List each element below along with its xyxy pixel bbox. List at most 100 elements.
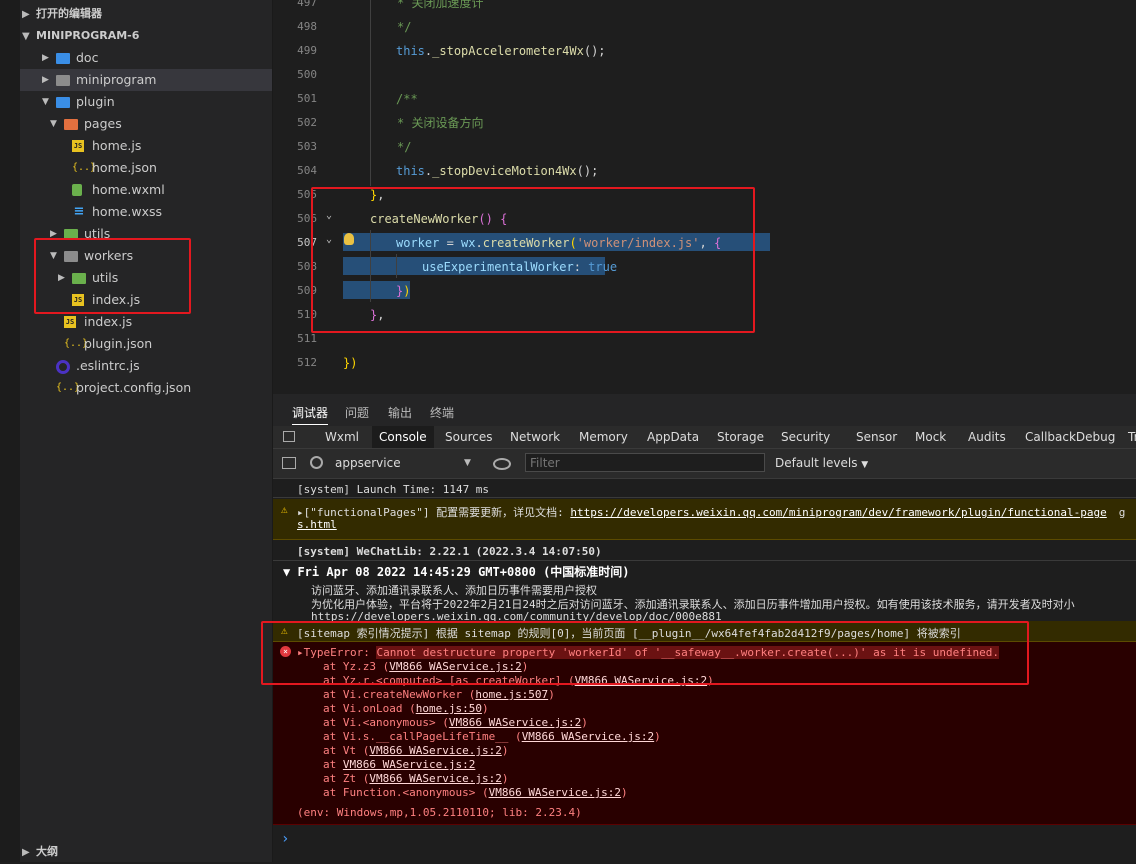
clear-console-icon[interactable] xyxy=(310,456,323,469)
source-link[interactable]: VM866 WAService.js:2 xyxy=(343,758,475,771)
tree-item-label: .eslintrc.js xyxy=(76,358,140,373)
chevron-right-icon[interactable]: ▶ xyxy=(42,47,49,69)
source-link[interactable]: VM866 WAService.js:2 xyxy=(522,730,654,743)
folder-pages-icon xyxy=(64,119,78,130)
annotation-box xyxy=(311,187,755,333)
open-editors-header[interactable]: ▶ 打开的编辑器 xyxy=(22,3,102,25)
code-line: 499 this._stopAccelerometer4Wx(); xyxy=(273,39,1136,63)
tree-item[interactable]: JS index.js xyxy=(20,311,272,333)
tab-output[interactable]: 输出 xyxy=(388,404,412,421)
tab-sensor[interactable]: Sensor xyxy=(849,426,904,448)
outline-header[interactable]: ▶ 大纲 xyxy=(22,841,58,863)
wxml-file-icon xyxy=(72,184,82,196)
console-warning: ⚠ ▸["functionalPages"] 配置需要更新，详见文档: http… xyxy=(273,499,1136,540)
code-line: 497 * 关闭加速度计 xyxy=(273,0,1136,15)
code-text: */ xyxy=(397,140,412,154)
tab-audits[interactable]: Audits xyxy=(961,426,1013,448)
source-link[interactable]: VM866 WAService.js:2 xyxy=(449,716,581,729)
json-file-icon: {..} xyxy=(72,162,97,173)
source-link[interactable]: home.js:50 xyxy=(416,702,482,715)
tab-sources[interactable]: Sources xyxy=(438,426,499,448)
stack-frame: at Vt (VM866 WAService.js:2) xyxy=(323,744,509,757)
tree-item[interactable]: home.wxml xyxy=(20,179,272,201)
tab-debugger[interactable]: 调试器 xyxy=(292,404,329,425)
tree-item[interactable]: {..} home.json xyxy=(20,157,272,179)
tab-memory[interactable]: Memory xyxy=(572,426,635,448)
tree-item[interactable]: ≡ home.wxss xyxy=(20,201,272,223)
tab-security[interactable]: Security xyxy=(774,426,837,448)
tab-network[interactable]: Network xyxy=(503,426,567,448)
chevron-down-icon[interactable]: ▼ xyxy=(464,449,471,478)
tab-problems[interactable]: 问题 xyxy=(345,404,369,421)
chevron-down-icon[interactable]: ▼ xyxy=(50,113,57,135)
doc-link[interactable]: https://developers.weixin.qq.com/minipro… xyxy=(570,506,1106,519)
code-text: */ xyxy=(397,20,412,34)
tree-item[interactable]: ▼ pages xyxy=(20,113,272,135)
activity-strip xyxy=(0,0,20,862)
filter-input[interactable] xyxy=(525,453,765,472)
line-number: 497 xyxy=(297,0,317,9)
js-file-icon: JS xyxy=(72,140,84,152)
source-link[interactable]: VM866 WAService.js:2 xyxy=(369,772,501,785)
code-editor[interactable]: 497 * 关闭加速度计 498 */ 499 this._stopAcceleromet… xyxy=(273,0,1136,394)
console-toolbar: appservice ▼ Default levels ▼ xyxy=(273,449,1136,479)
source-link[interactable]: VM866 WAService.js:2 xyxy=(369,744,501,757)
inspect-element-icon[interactable] xyxy=(283,431,295,442)
context-select[interactable]: appservice xyxy=(335,449,401,478)
tree-item-label: home.js xyxy=(92,138,142,153)
tree-item[interactable]: JS home.js xyxy=(20,135,272,157)
sidebar-toggle-icon[interactable] xyxy=(282,457,296,469)
tree-item[interactable]: ▼ plugin xyxy=(20,91,272,113)
chevron-right-icon[interactable]: ▶ xyxy=(42,69,49,91)
tree-item-label: home.json xyxy=(92,160,157,175)
tree-item[interactable]: ▶ miniprogram xyxy=(20,69,272,91)
warning-icon: ⚠ xyxy=(281,503,288,516)
chevron-down-icon: ▼ xyxy=(22,31,30,42)
tree-item-label: doc xyxy=(76,50,99,65)
project-header[interactable]: ▼ MINIPROGRAM-6 xyxy=(22,25,139,47)
stack-frame: at Vi.<anonymous> (VM866 WAService.js:2) xyxy=(323,716,588,729)
debug-panel: 调试器 问题 输出 终端 Wxml Console Sources Networ… xyxy=(261,394,1136,862)
tab-wxml[interactable]: Wxml xyxy=(318,426,366,448)
console-group[interactable]: ▼ Fri Apr 08 2022 14:45:29 GMT+0800 (中国标… xyxy=(273,561,1136,623)
folder-plugin-icon xyxy=(56,97,70,108)
tree-item[interactable]: {..} project.config.json xyxy=(20,377,272,399)
eye-icon[interactable] xyxy=(493,458,511,470)
tab-mock[interactable]: Mock xyxy=(908,426,953,448)
tree-item[interactable]: .eslintrc.js xyxy=(20,355,272,377)
tree-item[interactable]: ▶ doc xyxy=(20,47,272,69)
line-number: 502 xyxy=(297,116,317,129)
json-file-icon: {..} xyxy=(64,338,89,349)
tree-item-label: project.config.json xyxy=(76,380,192,395)
console-prompt[interactable]: › xyxy=(281,831,289,847)
chevron-down-icon[interactable]: ▼ xyxy=(42,91,49,113)
levels-select[interactable]: Default levels ▼ xyxy=(775,449,868,478)
tab-terminal[interactable]: 终端 xyxy=(430,404,454,421)
tree-item-label: miniprogram xyxy=(76,72,157,87)
wxss-file-icon: ≡ xyxy=(73,204,85,219)
source-link[interactable]: home.js:507 xyxy=(475,688,548,701)
eslint-file-icon xyxy=(56,360,70,374)
chevron-right-icon: ▶ xyxy=(22,9,30,20)
code-line: 501 /** xyxy=(273,87,1136,111)
code-text: * 关闭加速度计 xyxy=(397,0,484,10)
line-number: 500 xyxy=(297,68,317,81)
annotation-box xyxy=(261,621,1029,685)
doc-link-continued[interactable]: s.html xyxy=(297,518,337,531)
source-link[interactable]: VM866 WAService.js:2 xyxy=(489,786,621,799)
js-file-icon: JS xyxy=(64,316,76,328)
file-explorer: ▶ 打开的编辑器 ▼ MINIPROGRAM-6 ▶ doc ▶ miniprogram ▼… xyxy=(0,0,273,862)
stack-frame: at Vi.s.__callPageLifeTime__ (VM866 WASe… xyxy=(323,730,661,743)
tree-item-label: pages xyxy=(84,116,122,131)
stack-frame: at VM866 WAService.js:2 xyxy=(323,758,476,771)
tab-console[interactable]: Console xyxy=(372,426,434,448)
console-message: [system] Launch Time: 1147 ms xyxy=(273,479,1136,498)
tree-item[interactable]: {..} plugin.json xyxy=(20,333,272,355)
tab-overflow[interactable]: Tr xyxy=(1121,426,1136,448)
panel-tabs: 调试器 问题 输出 终端 xyxy=(273,394,1136,426)
stack-frame: at Zt (VM866 WAService.js:2) xyxy=(323,772,509,785)
tab-appdata[interactable]: AppData xyxy=(640,426,706,448)
tab-callbackdebug[interactable]: CallbackDebug xyxy=(1018,426,1122,448)
tab-storage[interactable]: Storage xyxy=(710,426,771,448)
tree-item-label: home.wxml xyxy=(92,182,165,197)
